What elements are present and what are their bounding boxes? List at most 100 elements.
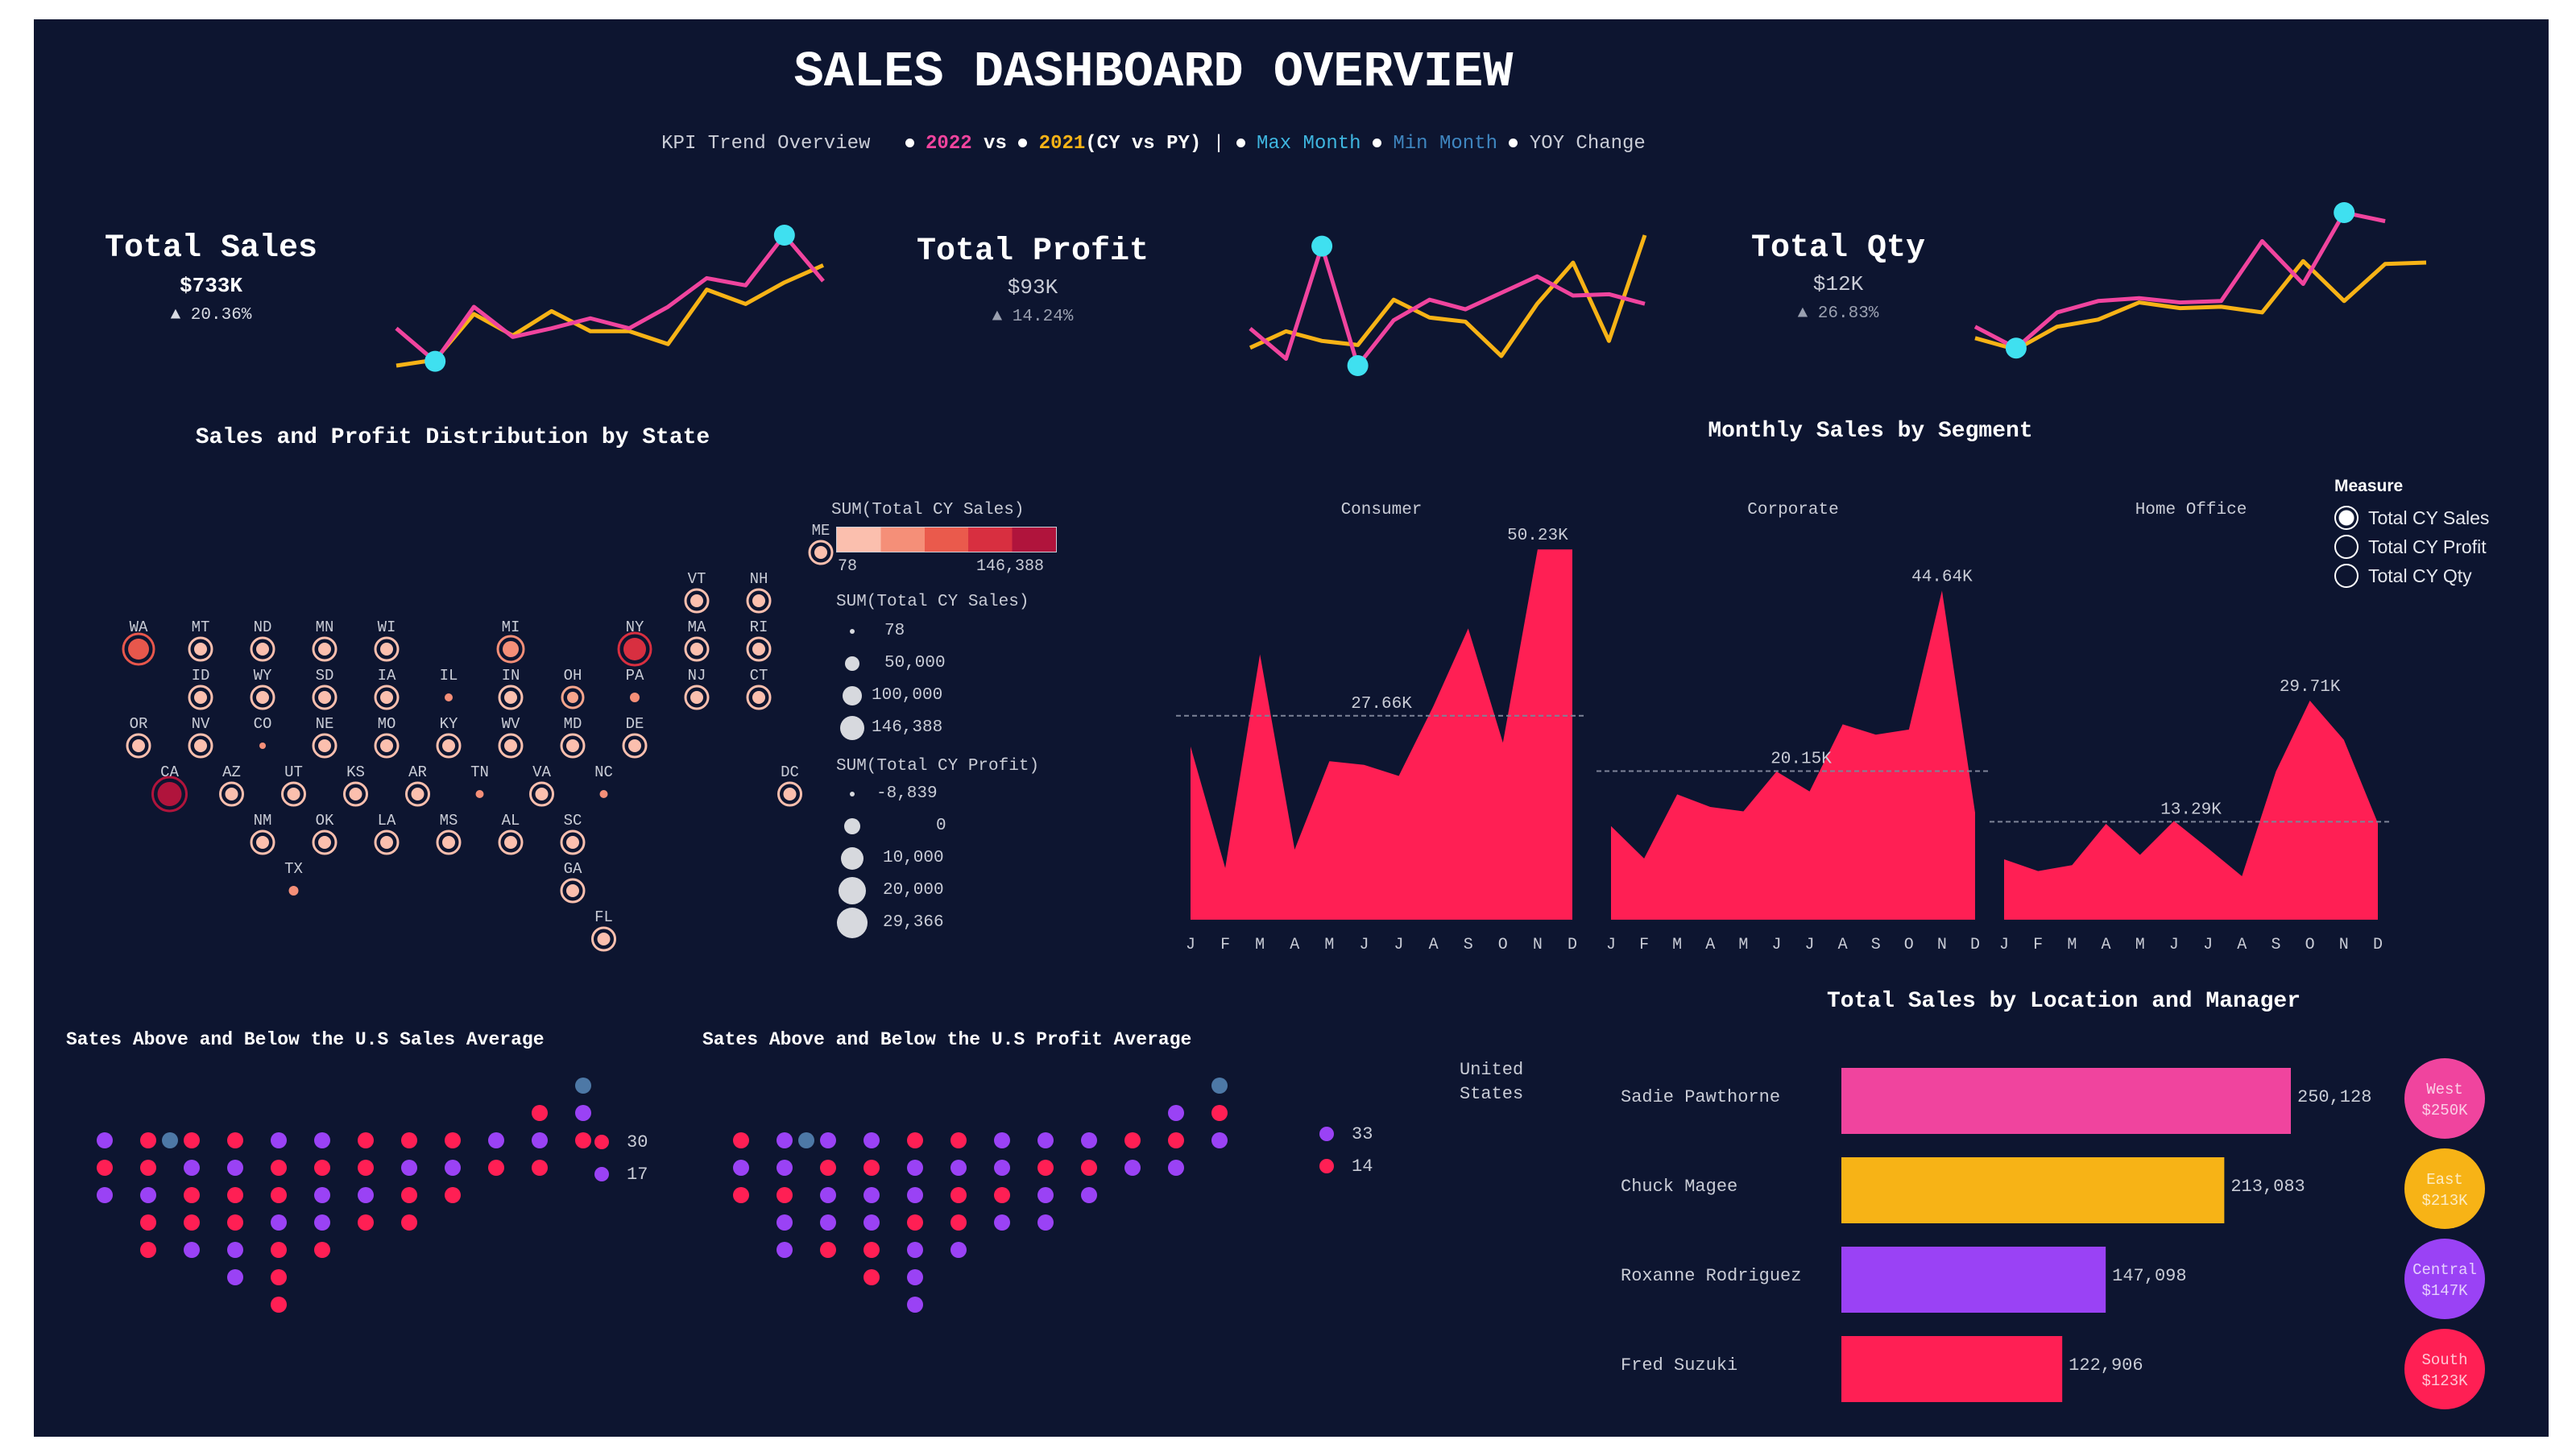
- state-label: MA: [688, 619, 706, 636]
- state-dot: [950, 1132, 967, 1148]
- kpi-sales-sparkline: [395, 225, 825, 372]
- size-legend-sales-0: 78: [884, 622, 905, 640]
- state-label: WY: [254, 667, 272, 685]
- state-ky: KY: [436, 715, 462, 759]
- month-tick: A: [1838, 936, 1848, 954]
- month-tick: J: [2169, 936, 2179, 954]
- state-label: IA: [378, 667, 396, 685]
- state-dot: [442, 739, 455, 752]
- month-tick: M: [2067, 936, 2077, 954]
- state-dot: [314, 1187, 330, 1203]
- state-dot: [599, 790, 608, 798]
- month-tick: A: [2102, 936, 2111, 954]
- state-dot: [994, 1187, 1010, 1203]
- state-dot: [820, 1132, 836, 1148]
- kpi-qty-sparkline: [1973, 202, 2427, 359]
- region-value: $123K: [2421, 1372, 2468, 1390]
- state-dot: [401, 1187, 417, 1203]
- state-dot: [184, 1132, 200, 1148]
- state-nh: NH: [746, 570, 772, 614]
- state-dot: [820, 1187, 836, 1203]
- size-legend-profit-1: 0: [936, 817, 946, 835]
- state-label: NC: [594, 763, 613, 781]
- state-dot: [380, 643, 393, 656]
- state-dot-highlight: [162, 1132, 178, 1148]
- measure-option-label: Total CY Qty: [2368, 565, 2472, 586]
- state-dot: [314, 1160, 330, 1176]
- state-az: AZ: [219, 763, 244, 807]
- state-ri: RI: [746, 619, 772, 662]
- state-ma: MA: [684, 619, 710, 662]
- region-name: West: [2426, 1081, 2463, 1098]
- radio-selected-icon[interactable]: [2334, 506, 2359, 530]
- state-dot: [532, 1132, 548, 1148]
- state-ca: CA: [151, 763, 188, 813]
- state-ar: AR: [405, 763, 430, 807]
- state-vt: VT: [684, 570, 710, 614]
- state-dot: [994, 1132, 1010, 1148]
- state-label: LA: [378, 812, 396, 829]
- state-dot: [1124, 1132, 1141, 1148]
- state-label: NJ: [688, 667, 706, 685]
- py-label: 2021: [1038, 133, 1086, 155]
- state-label: FL: [594, 908, 613, 926]
- state-dot: [1037, 1132, 1054, 1148]
- state-dot: [194, 643, 207, 656]
- cy-vs-py-label: (CY vs PY): [1085, 133, 1202, 155]
- state-label: MO: [378, 715, 396, 733]
- state-dot: [227, 1242, 243, 1258]
- month-tick: J: [1999, 936, 2009, 954]
- state-tn: TN: [470, 763, 489, 798]
- state-oh: OH: [561, 667, 585, 710]
- state-dot: [950, 1160, 967, 1176]
- state-dot: [504, 836, 517, 849]
- state-label: VA: [532, 763, 551, 781]
- state-dot: [532, 1160, 548, 1176]
- average-label: 20.15K: [1770, 751, 1832, 769]
- state-dot: [318, 739, 331, 752]
- state-label: WV: [502, 715, 520, 733]
- state-ct: CT: [746, 667, 772, 710]
- sales-avg-title: Sates Above and Below the U.S Sales Aver…: [66, 1029, 545, 1050]
- state-dot: [820, 1214, 836, 1231]
- kpi-qty-change: ▲ 26.83%: [1797, 304, 1879, 323]
- state-dot: [733, 1160, 749, 1176]
- state-dot: [690, 691, 703, 704]
- state-dot: [225, 788, 238, 801]
- state-dot: [314, 1214, 330, 1231]
- size-legend-dot: [843, 686, 862, 705]
- state-dot: [358, 1132, 374, 1148]
- state-label: ME: [812, 522, 830, 540]
- series-line-2021: [396, 263, 825, 368]
- state-label: IN: [502, 667, 520, 685]
- segment-title: Monthly Sales by Segment: [1708, 419, 2033, 444]
- state-label: TX: [284, 860, 303, 878]
- state-dot: [97, 1132, 113, 1148]
- state-pa: PA: [626, 667, 644, 702]
- state-dot: [358, 1187, 374, 1203]
- region-circle: [2404, 1148, 2485, 1229]
- state-ny: NY: [617, 619, 652, 667]
- state-dot: [863, 1160, 880, 1176]
- state-dot: [597, 933, 611, 945]
- state-tx: TX: [284, 860, 303, 896]
- size-legend-dot: [837, 908, 868, 938]
- region-name: South: [2421, 1351, 2467, 1369]
- month-tick: A: [1429, 936, 1439, 954]
- radio-icon[interactable]: [2334, 535, 2359, 559]
- state-dot: [314, 1242, 330, 1258]
- state-id: ID: [188, 667, 213, 710]
- state-dot: [907, 1187, 923, 1203]
- manager-bar-chart: Sadie Pawthorne 250,128 Chuck Magee 213,083…: [1621, 1068, 2371, 1402]
- state-dot: [863, 1214, 880, 1231]
- state-dot: [630, 693, 640, 702]
- state-dot: [314, 1132, 330, 1148]
- state-mn: MN: [312, 619, 338, 662]
- month-tick: O: [1904, 936, 1914, 954]
- state-label: NV: [192, 715, 210, 733]
- state-dot: [227, 1160, 243, 1176]
- manager-bar: [1841, 1157, 2225, 1223]
- state-dot: [227, 1214, 243, 1231]
- min-month-label: Min Month: [1393, 133, 1497, 155]
- radio-icon[interactable]: [2334, 564, 2359, 588]
